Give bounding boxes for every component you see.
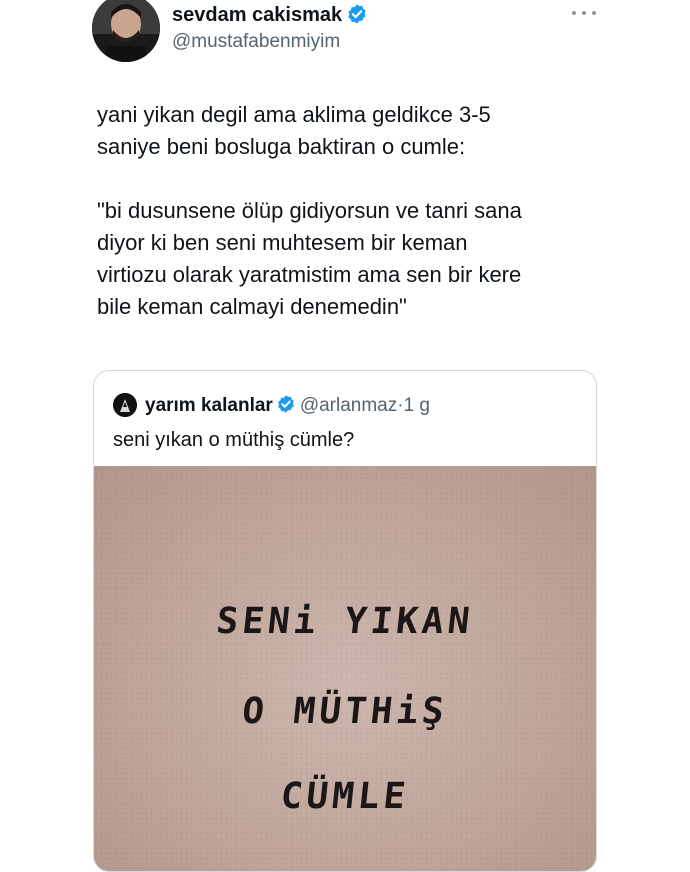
quoted-author-handle[interactable]: @arlanmaz xyxy=(300,395,397,416)
verified-badge-icon xyxy=(348,4,366,24)
quoted-author-name[interactable]: yarım kalanlar xyxy=(145,395,273,416)
quoted-tweet-text: seni yıkan o müthiş cümle? xyxy=(113,429,355,451)
author-avatar[interactable] xyxy=(92,0,160,62)
author-name-row[interactable]: sevdam cakismak xyxy=(172,3,368,27)
image-text-line: O MÜTHiŞ xyxy=(240,691,450,732)
quoted-author-avatar[interactable] xyxy=(113,393,137,417)
author-handle[interactable]: @mustafabenmiyim xyxy=(172,31,340,53)
tweet-text: yani yikan degil ama aklima geldikce 3-5… xyxy=(97,102,522,319)
more-horizontal-icon[interactable] xyxy=(572,6,596,20)
image-text-line: SENi YIKAN xyxy=(214,601,476,642)
quoted-tweet-card[interactable]: yarım kalanlar @arlanmaz·1 g seni yıkan o… xyxy=(93,370,597,872)
image-text-line: CÜMLE xyxy=(278,776,412,817)
quoted-timestamp[interactable]: 1 g xyxy=(404,395,430,416)
quoted-tweet-header: yarım kalanlar @arlanmaz·1 g xyxy=(145,394,430,417)
author-name[interactable]: sevdam cakismak xyxy=(172,4,342,26)
quoted-tweet-image[interactable]: SENi YIKAN O MÜTHiŞ CÜMLE xyxy=(94,466,596,871)
verified-badge-icon xyxy=(277,395,294,413)
tweet-header: sevdam cakismak @mustafabenmiyim xyxy=(92,0,690,64)
